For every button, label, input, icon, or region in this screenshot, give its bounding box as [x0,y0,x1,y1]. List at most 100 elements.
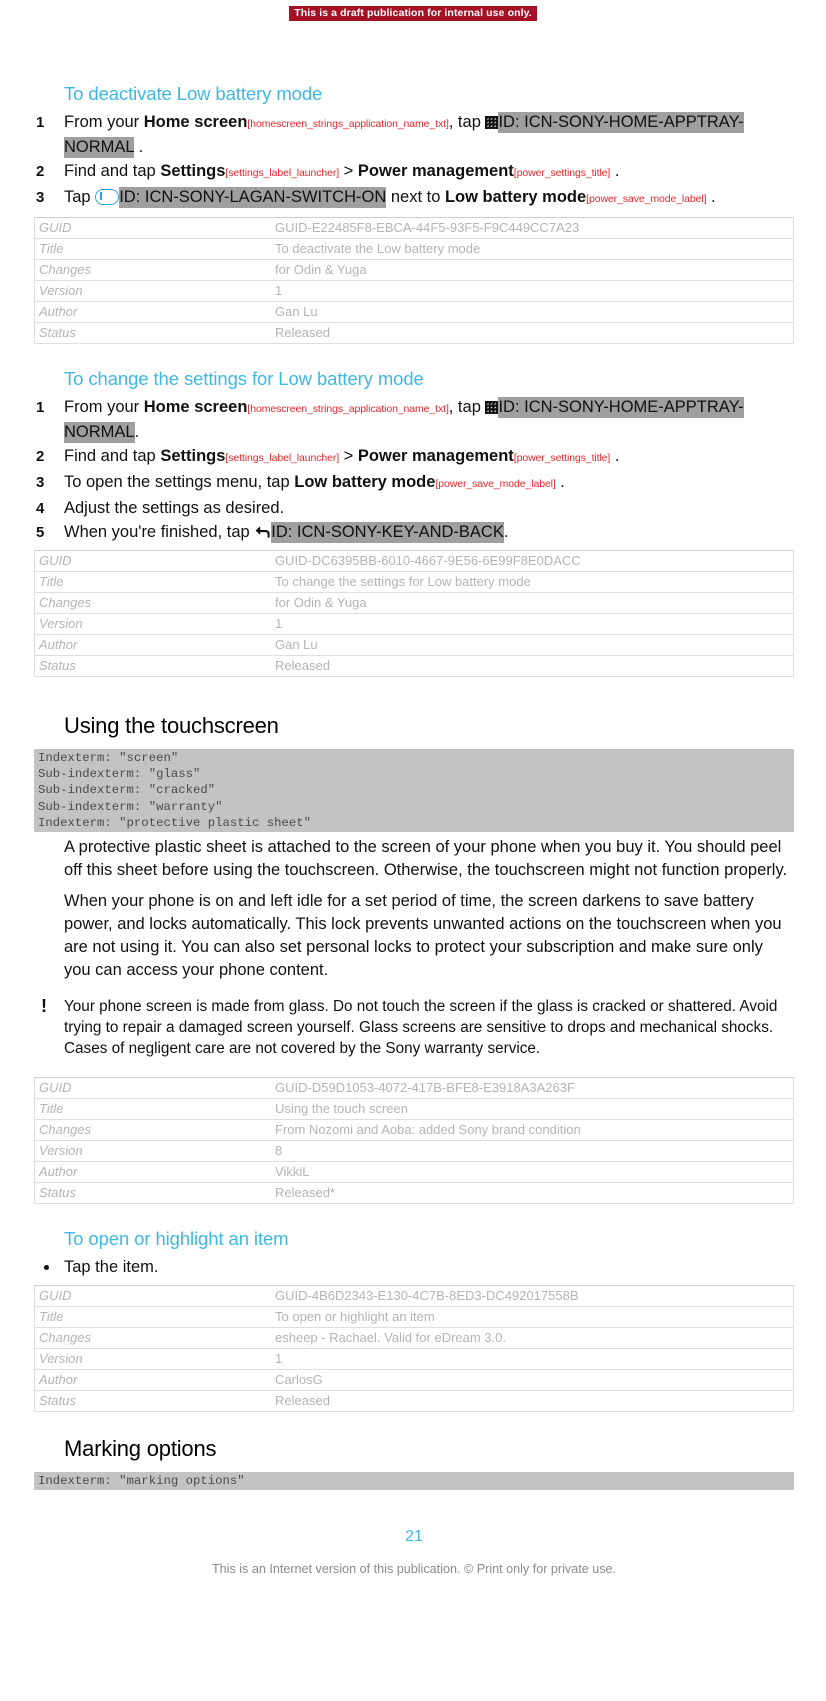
metadata-value: GUID-E22485F8-EBCA-44F5-93F5-F9C449CC7A2… [271,217,794,239]
metadata-key: Title [34,238,271,260]
task-title: To deactivate Low battery mode [64,83,323,104]
step-number: 3 [36,189,45,206]
task-title: To change the settings for Low battery m… [64,368,424,389]
icon-id-reference: ID: ICN-SONY-LAGAN-SWITCH-ON [119,187,387,208]
table-row: Version 1 [34,280,794,302]
string-id: [power_settings_title] [513,452,611,464]
step-number: 2 [36,163,45,180]
metadata-value: From Nozomi and Aoba: added Sony brand c… [271,1119,794,1142]
metadata-key: Author [34,1369,271,1392]
metadata-table: GUID GUID-D59D1053-4072-417B-BFE8-E3918A3… [34,1077,794,1205]
step-item: 2 Find and tap Settings[settings_label_la… [34,445,794,470]
metadata-key: GUID [34,217,271,239]
section-title: Using the touchscreen [64,713,279,738]
step-item: 5 When you're finished, tap ID: ICN-SONY-… [34,521,794,544]
step-list: 1 From your Home screen[homescreen_string… [34,396,794,544]
metadata-key: Title [34,1098,271,1121]
indexterm-block: Indexterm: "marking options" [34,1472,794,1491]
metadata-value: GUID-DC6395BB-6010-4667-9E56-6E99F8E0DAC… [271,550,794,572]
list-item: Tap the item. [34,1256,794,1279]
step-list: 1 From your Home screen[homescreen_string… [34,111,794,211]
ui-label: Home screen [143,398,248,416]
metadata-key: Version [34,1140,271,1163]
metadata-value: VikkiL [271,1161,794,1184]
apptray-grid-icon [485,116,499,129]
metadata-key: Version [34,613,271,635]
metadata-table: GUID GUID-E22485F8-EBCA-44F5-93F5-F9C449C… [34,217,794,344]
metadata-value: 1 [271,1348,794,1371]
table-row: Title To open or highlight an item [34,1306,794,1329]
metadata-key: Changes [34,592,271,614]
task-title: To open or highlight an item [64,1228,289,1250]
table-row: Status Released [34,655,794,677]
metadata-value: Using the touch screen [271,1098,794,1121]
metadata-key: Changes [34,1327,271,1350]
warning-note: ! Your phone screen is made from glass. … [34,996,794,1059]
step-number: 2 [36,448,45,465]
metadata-value: GUID-4B6D2343-E130-4C7B-8ED3-DC492017558… [271,1285,794,1308]
metadata-key: Version [34,1348,271,1371]
step-item: 3 Tap ID: ICN-SONY-LAGAN-SWITCH-ON next t… [34,186,794,211]
step-number: 1 [36,114,45,131]
ui-label: Low battery mode [444,188,587,206]
metadata-value: CarlosG [271,1369,794,1392]
body-paragraph: When your phone is on and left idle for … [64,892,782,980]
section-change-settings-low-battery-mode: To change the settings for Low battery m… [34,368,794,677]
step-number: 5 [36,524,45,541]
table-row: Status Released [34,322,794,344]
note-gap [34,1059,794,1071]
ui-label: Power management [357,162,514,180]
draft-banner: This is a draft publication for internal… [289,6,537,21]
metadata-key: Author [34,1161,271,1184]
table-row: GUID GUID-D59D1053-4072-417B-BFE8-E3918A3… [34,1077,794,1100]
step-text: When you're finished, tap ID: ICN-SONY-K… [64,522,509,543]
exclamation-icon: ! [41,996,47,1017]
step-item: 1 From your Home screen[homescreen_string… [34,396,794,444]
metadata-key: Status [34,655,271,677]
metadata-value: GUID-D59D1053-4072-417B-BFE8-E3918A3A263… [271,1077,794,1100]
metadata-value: To change the settings for Low battery m… [271,571,794,593]
table-row: Changes for Odin & Yuga [34,592,794,614]
table-row: Version 1 [34,1348,794,1371]
step-number: 4 [36,500,45,517]
metadata-value: To open or highlight an item [271,1306,794,1329]
metadata-key: Status [34,1390,271,1413]
metadata-value: Gan Lu [271,301,794,323]
string-id: [power_settings_title] [513,167,611,179]
metadata-key: Changes [34,1119,271,1142]
step-item: 4 Adjust the settings as desired. [34,497,794,520]
step-item: 3 To open the settings menu, tap Low batt… [34,471,794,496]
table-row: Changes From Nozomi and Aoba: added Sony … [34,1119,794,1142]
metadata-key: GUID [34,550,271,572]
table-row: Title Using the touch screen [34,1098,794,1121]
document-page: This is a draft publication for internal… [0,0,826,1701]
section-using-the-touchscreen: Using the touchscreen Indexterm: "screen… [34,713,794,1205]
string-id: [homescreen_strings_application_name_txt… [247,403,449,415]
metadata-value: 8 [271,1140,794,1163]
ui-label: Settings [160,162,226,180]
footer-note: This is an Internet version of this publ… [211,1562,617,1577]
step-text: Find and tap Settings[settings_label_lau… [64,162,620,180]
metadata-value: 1 [271,280,794,302]
metadata-value: 1 [271,613,794,635]
string-id: [settings_label_launcher] [225,167,340,179]
string-id: [power_save_mode_label] [435,478,556,490]
string-id: [power_save_mode_label] [586,193,707,205]
ui-label: Power management [357,447,514,465]
page-number: 21 [405,1528,423,1546]
ui-label: Home screen [143,113,248,131]
step-list: Tap the item. [34,1256,794,1279]
section-marking-options: Marking options Indexterm: "marking opti… [34,1436,794,1491]
metadata-value: Released* [271,1182,794,1205]
table-row: Title To change the settings for Low batt… [34,571,794,593]
icon-id-reference: ID: ICN-SONY-KEY-AND-BACK [271,522,504,543]
table-row: Title To deactivate the Low battery mode [34,238,794,260]
string-id: [homescreen_strings_application_name_txt… [247,118,449,130]
metadata-key: GUID [34,1077,271,1100]
step-item: 2 Find and tap Settings[settings_label_la… [34,160,794,185]
indexterm-block: Indexterm: "screen" Sub-indexterm: "glas… [34,749,794,833]
metadata-key: Status [34,1182,271,1205]
step-number: 1 [36,399,45,416]
